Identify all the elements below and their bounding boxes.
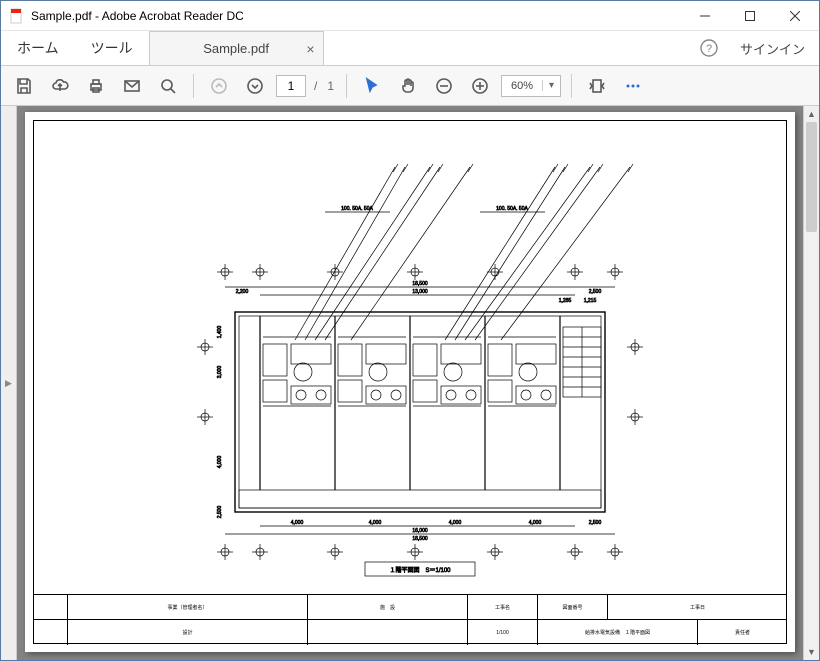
page-total: 1 [325, 79, 336, 93]
zoom-dropdown[interactable]: 60% ▾ [501, 75, 561, 97]
page-separator: / [312, 79, 319, 93]
page-down-icon[interactable] [240, 71, 270, 101]
svg-text:2,500: 2,500 [217, 506, 223, 519]
print-icon[interactable] [81, 71, 111, 101]
cloud-upload-icon[interactable] [45, 71, 75, 101]
scroll-up-icon[interactable]: ▲ [804, 106, 819, 122]
close-button[interactable] [772, 1, 817, 30]
table-row: 事業（管理者名） 施 設 工事名 図面番号 工事日 [33, 595, 787, 620]
minimize-button[interactable] [682, 1, 727, 30]
svg-text:１階平面図 S＝1/100: １階平面図 S＝1/100 [389, 566, 451, 574]
left-panel-toggle[interactable]: ▶ [1, 106, 17, 660]
tab-document-label: Sample.pdf [203, 41, 269, 56]
more-tools-icon[interactable] [618, 71, 648, 101]
svg-text:18,500: 18,500 [412, 281, 428, 287]
chevron-down-icon: ▾ [542, 80, 560, 91]
app-icon [9, 8, 25, 24]
fit-width-icon[interactable] [582, 71, 612, 101]
chevron-right-icon: ▶ [5, 378, 12, 389]
maximize-button[interactable] [727, 1, 772, 30]
tab-bar: ホーム ツール Sample.pdf × ? サインイン [1, 31, 819, 66]
svg-text:13,000: 13,000 [412, 289, 428, 295]
close-tab-icon[interactable]: × [306, 41, 314, 57]
title-block: 事業（管理者名） 施 設 工事名 図面番号 工事日 設計 1/100 給排水電気… [33, 594, 787, 644]
svg-text:2,500: 2,500 [589, 520, 602, 526]
content-area: ▶ [1, 106, 819, 660]
page-up-icon[interactable] [204, 71, 234, 101]
svg-text:2,500: 2,500 [589, 289, 602, 295]
select-tool-icon[interactable] [357, 71, 387, 101]
floor-plan-drawing: 18,500 13,000 2,200 2,500 1,285 1,215 4,… [25, 112, 795, 652]
scroll-thumb[interactable] [806, 122, 817, 232]
svg-text:1,400: 1,400 [217, 326, 223, 339]
svg-text:1,285: 1,285 [559, 298, 572, 304]
table-row: 設計 1/100 給排水電気設備 １階平面図 責任者 [33, 620, 787, 645]
toolbar: / 1 60% ▾ [1, 66, 819, 106]
svg-text:1,215: 1,215 [584, 298, 597, 304]
title-bar: Sample.pdf - Adobe Acrobat Reader DC [1, 1, 819, 31]
save-icon[interactable] [9, 71, 39, 101]
help-button[interactable]: ? [692, 31, 726, 65]
svg-text:4,000: 4,000 [291, 520, 304, 526]
svg-text:100. 50A. 50A: 100. 50A. 50A [496, 206, 528, 212]
zoom-in-icon[interactable] [465, 71, 495, 101]
svg-text:4,000: 4,000 [449, 520, 462, 526]
tab-tools[interactable]: ツール [75, 31, 149, 65]
tab-document[interactable]: Sample.pdf × [149, 31, 324, 65]
hand-tool-icon[interactable] [393, 71, 423, 101]
page-number-input[interactable] [276, 75, 306, 97]
search-icon[interactable] [153, 71, 183, 101]
sign-in-button[interactable]: サインイン [726, 31, 819, 65]
svg-text:100. 50A. 50A: 100. 50A. 50A [341, 206, 373, 212]
document-viewer[interactable]: 18,500 13,000 2,200 2,500 1,285 1,215 4,… [17, 106, 803, 660]
zoom-value: 60% [502, 80, 542, 92]
email-icon[interactable] [117, 71, 147, 101]
svg-text:2,200: 2,200 [236, 289, 249, 295]
svg-text:4,000: 4,000 [217, 456, 223, 469]
svg-text:18,500: 18,500 [412, 536, 428, 542]
tab-home[interactable]: ホーム [1, 31, 75, 65]
svg-text:4,000: 4,000 [529, 520, 542, 526]
svg-text:3,000: 3,000 [217, 366, 223, 379]
window-title: Sample.pdf - Adobe Acrobat Reader DC [31, 9, 682, 23]
svg-text:16,000: 16,000 [412, 528, 428, 534]
pdf-page: 18,500 13,000 2,200 2,500 1,285 1,215 4,… [25, 112, 795, 652]
zoom-out-icon[interactable] [429, 71, 459, 101]
scroll-down-icon[interactable]: ▼ [804, 644, 819, 660]
svg-text:?: ? [706, 43, 712, 55]
svg-text:4,000: 4,000 [369, 520, 382, 526]
vertical-scrollbar[interactable]: ▲ ▼ [803, 106, 819, 660]
